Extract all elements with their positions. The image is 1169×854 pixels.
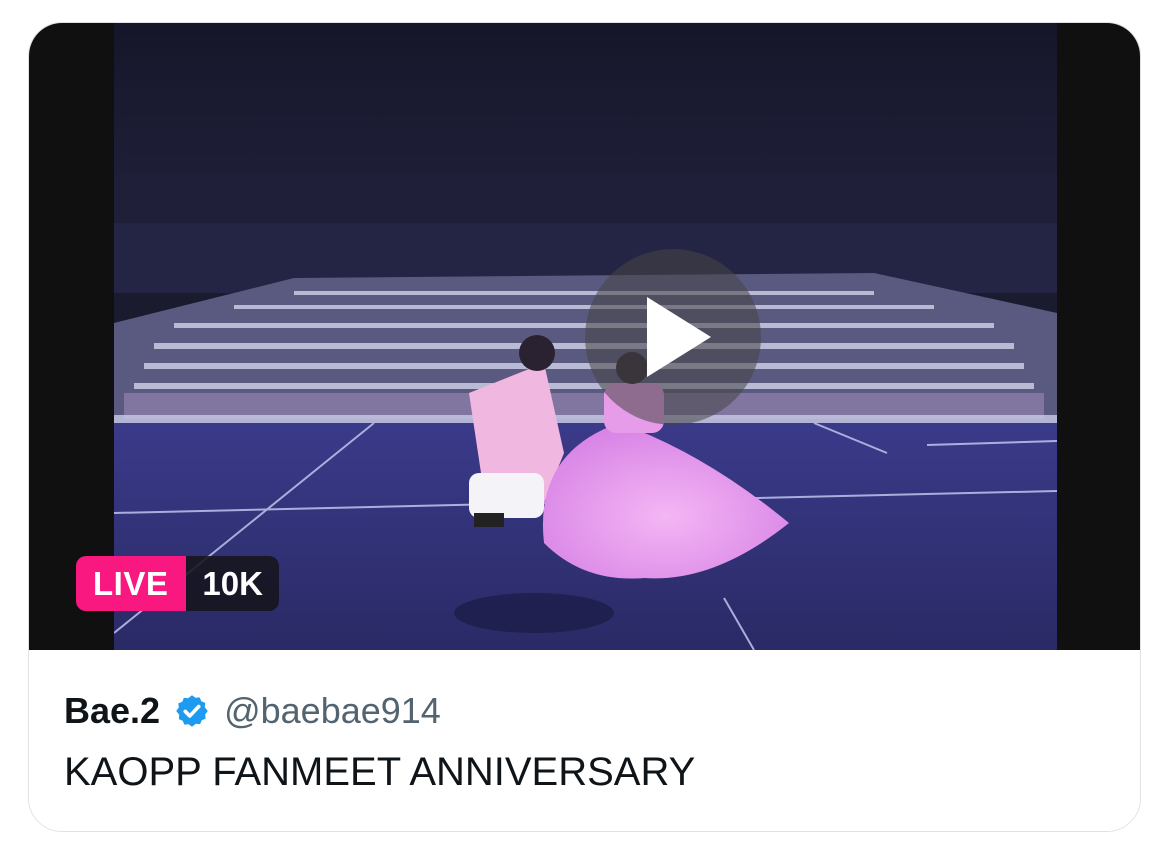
author-handle[interactable]: @baebae914 [224, 690, 441, 732]
author-display-name[interactable]: Bae.2 [64, 690, 160, 732]
play-button[interactable] [585, 249, 761, 425]
live-label: LIVE [76, 556, 187, 611]
live-badge: LIVE 10K [76, 556, 279, 611]
post-info: Bae.2 @baebae914 KAOPP FANMEET ANNIVERSA… [29, 650, 1140, 831]
play-icon [647, 297, 711, 377]
viewer-count: 10K [186, 556, 279, 611]
author-row[interactable]: Bae.2 @baebae914 [64, 690, 441, 732]
video-player[interactable]: LIVE 10K [29, 23, 1140, 650]
post-text: KAOPP FANMEET ANNIVERSARY [64, 750, 696, 794]
verified-badge-icon [174, 693, 210, 729]
post-card[interactable]: LIVE 10K Bae.2 @baebae914 KAOPP FANMEET … [28, 22, 1141, 832]
